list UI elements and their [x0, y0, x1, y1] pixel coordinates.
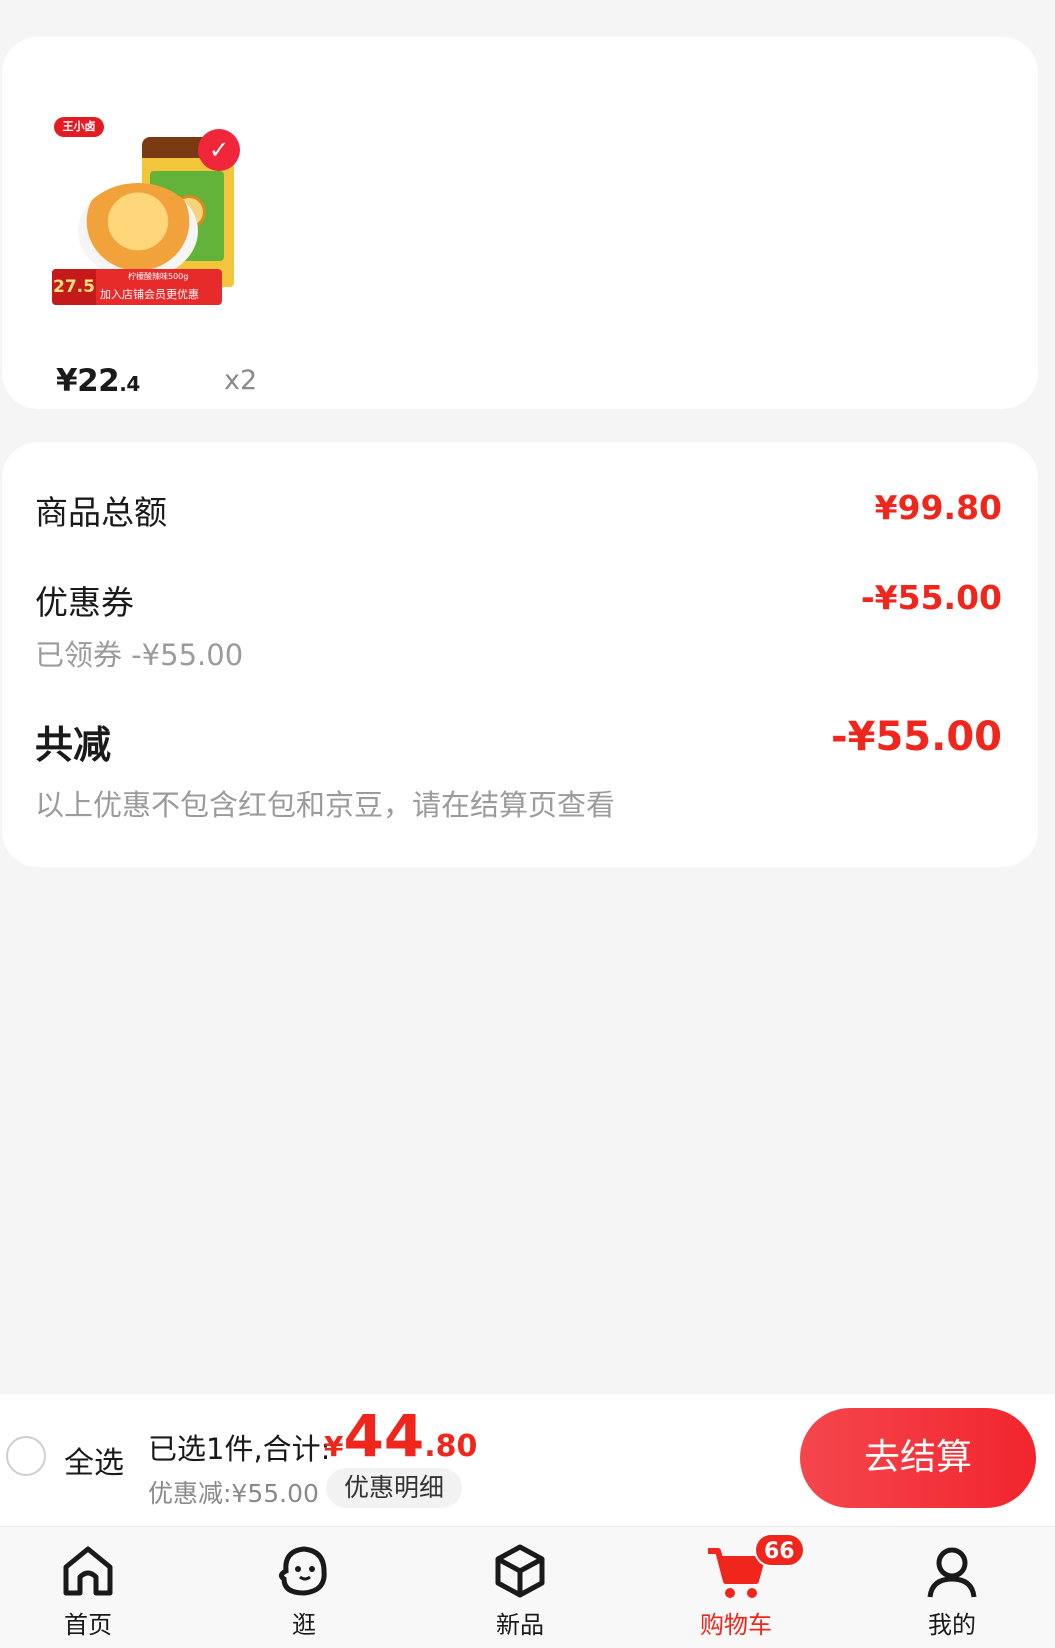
checkout-bar: 全选 已选1件,合计: ¥44.80 优惠减:¥55.00 优惠明细 去结算 — [0, 1394, 1055, 1526]
price-summary-card: 商品总额 ¥99.80 优惠券 -¥55.00 已领券 -¥55.00 共减 -… — [2, 442, 1038, 867]
tab-home[interactable]: 首页 — [28, 1541, 148, 1645]
tab-new-products-label: 新品 — [496, 1611, 544, 1639]
new-products-icon — [495, 1544, 545, 1598]
cart-page: 王小卤 ✓ 27.5 柠檬酸辣味500g 加入店铺会员更优惠 ¥22.4 x2 … — [0, 0, 1055, 1648]
tab-home-label: 首页 — [64, 1611, 112, 1639]
goods-total-label: 商品总额 — [35, 493, 167, 532]
total-reduce-label: 共减 — [35, 723, 112, 767]
coupon-claimed-text: 已领券 -¥55.00 — [35, 638, 244, 672]
tab-cart-label: 购物车 — [700, 1611, 772, 1639]
total-currency: ¥ — [324, 1430, 344, 1463]
coupon-value: -¥55.00 — [860, 578, 1002, 617]
tab-browse-label: 逛 — [292, 1611, 316, 1639]
tab-profile-label: 我的 — [928, 1611, 976, 1639]
product-quantity: x2 — [224, 365, 258, 396]
selected-count-text: 已选1件,合计: — [148, 1432, 331, 1466]
tab-new-products[interactable]: 新品 — [460, 1541, 580, 1645]
tab-browse[interactable]: 逛 — [244, 1541, 364, 1645]
total-decimal: .80 — [424, 1429, 478, 1464]
selected-check-icon[interactable]: ✓ — [198, 129, 240, 171]
product-card[interactable]: 王小卤 ✓ 27.5 柠檬酸辣味500g 加入店铺会员更优惠 ¥22.4 x2 — [2, 37, 1038, 409]
price-integer: ¥22 — [56, 363, 120, 399]
promo-text: 加入店铺会员更优惠 — [100, 288, 199, 301]
product-image[interactable]: 王小卤 ✓ 27.5 柠檬酸辣味500g 加入店铺会员更优惠 — [50, 73, 250, 323]
total-integer: 44 — [343, 1402, 425, 1470]
food-bowl-graphic — [78, 183, 198, 279]
bottom-tab-bar: 首页 逛 新品 66 购物车 我的 — [0, 1526, 1055, 1648]
product-price: ¥22.4 — [56, 363, 140, 399]
promo-price: 27.5 — [52, 269, 96, 305]
total-amount: ¥44.80 — [324, 1402, 477, 1470]
select-all-radio[interactable] — [6, 1436, 46, 1476]
discount-note: 以上优惠不包含红包和京豆，请在结算页查看 — [35, 788, 616, 822]
discount-amount-text: 优惠减:¥55.00 — [148, 1479, 319, 1508]
browse-icon — [278, 1546, 327, 1596]
brand-logo: 王小卤 — [54, 117, 104, 137]
profile-icon — [927, 1547, 977, 1598]
select-all-label[interactable]: 全选 — [64, 1438, 124, 1482]
discount-detail-button[interactable]: 优惠明细 — [326, 1468, 462, 1508]
goods-total-value: ¥99.80 — [874, 488, 1002, 527]
price-decimal: .4 — [119, 372, 140, 396]
checkout-button[interactable]: 去结算 — [800, 1408, 1036, 1508]
promo-strip: 27.5 柠檬酸辣味500g 加入店铺会员更优惠 — [52, 269, 222, 305]
cart-count-badge: 66 — [754, 1533, 805, 1567]
total-reduce-value: -¥55.00 — [831, 714, 1002, 760]
tab-cart[interactable]: 66 购物车 — [676, 1533, 805, 1645]
promo-flavor: 柠檬酸辣味500g — [128, 272, 189, 281]
coupon-label: 优惠券 — [35, 583, 134, 622]
tab-profile[interactable]: 我的 — [892, 1541, 1012, 1645]
home-icon — [63, 1546, 113, 1596]
